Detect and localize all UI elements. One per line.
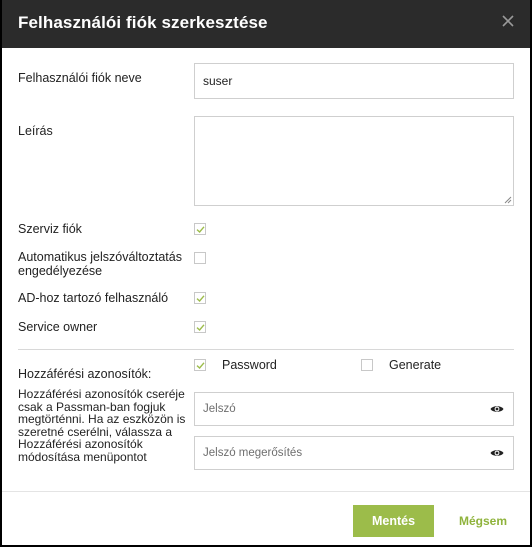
- eye-icon[interactable]: [490, 404, 504, 414]
- credentials-label: Hozzáférési azonosítók:: [18, 367, 152, 381]
- service-account-label: Szerviz fiók: [18, 222, 82, 236]
- section-divider: [18, 349, 514, 350]
- password-option-checkbox[interactable]: [194, 359, 206, 371]
- password-field: [194, 392, 514, 426]
- ad-user-label: AD-hoz tartozó felhasználó: [18, 291, 169, 305]
- service-owner-label: Service owner: [18, 320, 98, 334]
- password-confirm-field: [194, 436, 514, 470]
- ad-user-checkbox[interactable]: [194, 292, 206, 304]
- checkmark-icon: [196, 295, 205, 303]
- checkmark-icon: [196, 362, 205, 370]
- description-label: Leírás: [18, 124, 53, 138]
- dialog-header: Felhasználói fiók szerkesztése: [2, 0, 530, 48]
- checkmark-icon: [196, 324, 205, 332]
- cancel-button[interactable]: Mégsem: [450, 505, 516, 537]
- service-account-checkbox[interactable]: [194, 223, 206, 235]
- service-owner-checkbox[interactable]: [194, 321, 206, 333]
- account-name-label: Felhasználói fiók neve: [18, 71, 142, 85]
- generate-option-label[interactable]: Generate: [389, 358, 441, 372]
- password-option-label[interactable]: Password: [222, 358, 277, 372]
- password-confirm-input[interactable]: [195, 437, 475, 469]
- save-button[interactable]: Mentés: [353, 505, 434, 537]
- auto-password-change-checkbox[interactable]: [194, 252, 206, 264]
- checkmark-icon: [196, 226, 205, 234]
- account-name-input[interactable]: [194, 63, 514, 99]
- description-textarea[interactable]: [194, 116, 514, 206]
- close-icon[interactable]: [500, 13, 516, 29]
- password-input[interactable]: [195, 393, 475, 425]
- dialog-title: Felhasználói fiók szerkesztése: [18, 13, 268, 32]
- edit-account-dialog: Felhasználói fiók szerkesztése Felhaszná…: [2, 0, 530, 545]
- generate-option-checkbox[interactable]: [361, 359, 373, 371]
- auto-password-change-label: Automatikus jelszóváltoztatás engedélyez…: [18, 250, 182, 278]
- credentials-note: Hozzáférési azonosítók cseréje csak a Pa…: [18, 387, 186, 464]
- eye-icon[interactable]: [490, 448, 504, 458]
- footer-divider: [2, 491, 530, 492]
